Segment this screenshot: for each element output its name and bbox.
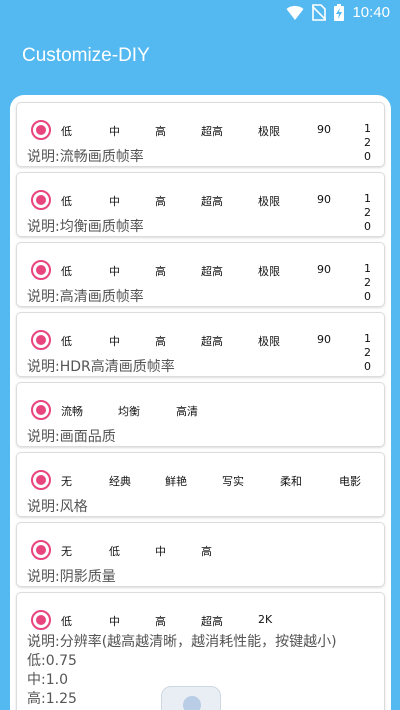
card-description: 说明:均衡画质帧率: [27, 219, 144, 235]
option-row: 无 低 中 高: [17, 535, 384, 565]
card-description: 说明:风格: [27, 499, 88, 515]
wifi-icon: [286, 5, 304, 20]
option-medium[interactable]: 中: [109, 333, 120, 349]
frame-rate-hd-card: 低 中 高 超高 极限 90 120 说明:高清画质帧率: [17, 243, 384, 306]
option-medium[interactable]: 中: [109, 613, 120, 629]
option-cinema[interactable]: 电影: [339, 473, 361, 489]
circle-icon: [183, 696, 201, 710]
option-medium[interactable]: 中: [109, 123, 120, 139]
radio-button[interactable]: [31, 400, 51, 420]
option-none[interactable]: 无: [61, 543, 72, 559]
app-title: Customize-DIY: [22, 45, 150, 66]
radio-button[interactable]: [31, 330, 51, 350]
option-120[interactable]: 120: [364, 192, 376, 234]
option-low[interactable]: 低: [61, 263, 72, 279]
option-low[interactable]: 低: [61, 333, 72, 349]
option-120[interactable]: 120: [364, 262, 376, 304]
option-low[interactable]: 低: [61, 123, 72, 139]
status-icons: 10:40: [286, 4, 390, 21]
option-soft[interactable]: 柔和: [280, 473, 302, 489]
option-extreme[interactable]: 极限: [258, 193, 280, 209]
option-120[interactable]: 120: [364, 122, 376, 164]
battery-charging-icon: [334, 4, 345, 21]
option-ultra[interactable]: 超高: [201, 263, 223, 279]
option-row: 低 中 高 超高 极限 90 120: [17, 255, 384, 303]
option-ultra[interactable]: 超高: [201, 333, 223, 349]
option-high[interactable]: 高: [155, 123, 166, 139]
frame-rate-smooth-card: 低 中 高 超高 极限 90 120 说明:流畅画质帧率: [17, 103, 384, 166]
option-hd[interactable]: 高清: [176, 403, 198, 419]
card-description: 说明:HDR高清画质帧率: [27, 359, 175, 375]
option-120[interactable]: 120: [364, 332, 376, 374]
status-bar: 10:40: [0, 0, 400, 26]
settings-panel: 低 中 高 超高 极限 90 120 说明:流畅画质帧率 低 中 高 超高 极限…: [10, 95, 391, 710]
option-medium[interactable]: 中: [155, 543, 166, 559]
option-high[interactable]: 高: [155, 263, 166, 279]
card-description: 说明:高清画质帧率: [27, 289, 144, 305]
option-90[interactable]: 90: [317, 263, 331, 276]
card-description: 说明:画面品质: [27, 429, 116, 445]
option-low[interactable]: 低: [61, 613, 72, 629]
option-2k[interactable]: 2K: [258, 613, 272, 626]
option-row: 低 中 高 超高 极限 90 120: [17, 115, 384, 163]
option-row: 低 中 高 超高 2K: [17, 605, 384, 635]
option-vivid[interactable]: 鲜艳: [165, 473, 187, 489]
option-ultra[interactable]: 超高: [201, 193, 223, 209]
option-row: 流畅 均衡 高清: [17, 395, 384, 425]
floating-tab-button[interactable]: [161, 686, 221, 710]
radio-button[interactable]: [31, 190, 51, 210]
option-high[interactable]: 高: [155, 193, 166, 209]
option-row: 无 经典 鲜艳 写实 柔和 电影: [17, 465, 384, 495]
picture-quality-card: 流畅 均衡 高清 说明:画面品质: [17, 383, 384, 446]
card-description: 说明:流畅画质帧率: [27, 149, 144, 165]
clock: 10:40: [352, 4, 390, 21]
option-realistic[interactable]: 写实: [222, 473, 244, 489]
option-row: 低 中 高 超高 极限 90 120: [17, 325, 384, 373]
option-ultra[interactable]: 超高: [201, 613, 223, 629]
no-sim-icon: [312, 4, 327, 21]
option-classic[interactable]: 经典: [109, 473, 131, 489]
option-balanced[interactable]: 均衡: [118, 403, 140, 419]
option-high[interactable]: 高: [155, 613, 166, 629]
option-medium[interactable]: 中: [109, 263, 120, 279]
option-smooth[interactable]: 流畅: [61, 403, 83, 419]
option-90[interactable]: 90: [317, 193, 331, 206]
radio-button[interactable]: [31, 120, 51, 140]
option-high[interactable]: 高: [155, 333, 166, 349]
option-low[interactable]: 低: [61, 193, 72, 209]
radio-button[interactable]: [31, 470, 51, 490]
card-description: 说明:阴影质量: [27, 569, 116, 585]
option-low[interactable]: 低: [109, 543, 120, 559]
frame-rate-balanced-card: 低 中 高 超高 极限 90 120 说明:均衡画质帧率: [17, 173, 384, 236]
option-extreme[interactable]: 极限: [258, 263, 280, 279]
option-high[interactable]: 高: [201, 543, 212, 559]
option-90[interactable]: 90: [317, 123, 331, 136]
radio-button[interactable]: [31, 610, 51, 630]
option-medium[interactable]: 中: [109, 193, 120, 209]
style-card: 无 经典 鲜艳 写实 柔和 电影 说明:风格: [17, 453, 384, 516]
frame-rate-hdr-card: 低 中 高 超高 极限 90 120 说明:HDR高清画质帧率: [17, 313, 384, 376]
option-ultra[interactable]: 超高: [201, 123, 223, 139]
radio-button[interactable]: [31, 260, 51, 280]
option-none[interactable]: 无: [61, 473, 72, 489]
option-row: 低 中 高 超高 极限 90 120: [17, 185, 384, 233]
option-extreme[interactable]: 极限: [258, 333, 280, 349]
option-90[interactable]: 90: [317, 333, 331, 346]
radio-button[interactable]: [31, 540, 51, 560]
option-extreme[interactable]: 极限: [258, 123, 280, 139]
shadow-quality-card: 无 低 中 高 说明:阴影质量: [17, 523, 384, 586]
